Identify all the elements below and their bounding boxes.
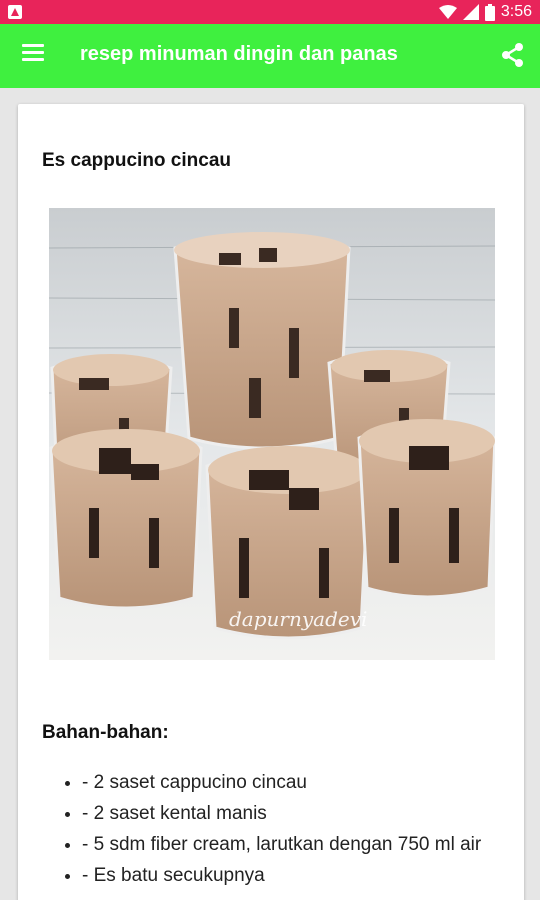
content-area[interactable]: Es cappucino cincau dapurnyadevi Bahan-b…: [0, 88, 540, 900]
notification-icon: [8, 5, 22, 19]
signal-icon: [462, 4, 479, 20]
clock: 3:56: [500, 3, 532, 20]
drinks-illustration: dapurnyadevi: [49, 208, 495, 660]
ingredient-item: - 2 saset kental manis: [82, 799, 502, 829]
menu-icon[interactable]: [22, 44, 44, 62]
photo-watermark: dapurnyadevi: [229, 607, 367, 631]
status-icons: 3:56: [438, 3, 532, 21]
ingredient-item: - Es batu secukupnya: [82, 861, 502, 891]
share-icon[interactable]: [500, 42, 526, 68]
app-title: resep minuman dingin dan panas: [80, 43, 398, 65]
ingredient-item: - 2 saset cappucino cincau: [82, 768, 502, 798]
ingredients-list: - 2 saset cappucino cincau - 2 saset ken…: [62, 768, 502, 892]
ingredient-item: - 5 sdm fiber cream, larutkan dengan 750…: [82, 830, 502, 860]
status-bar: 3:56: [0, 0, 540, 24]
recipe-photo: dapurnyadevi: [49, 208, 495, 660]
wifi-icon: [438, 5, 457, 19]
app-bar: resep minuman dingin dan panas: [0, 24, 540, 88]
recipe-card: Es cappucino cincau dapurnyadevi Bahan-b…: [18, 104, 524, 900]
ingredients-heading: Bahan-bahan:: [42, 722, 169, 743]
battery-icon: [484, 3, 495, 21]
recipe-title: Es cappucino cincau: [42, 150, 231, 171]
